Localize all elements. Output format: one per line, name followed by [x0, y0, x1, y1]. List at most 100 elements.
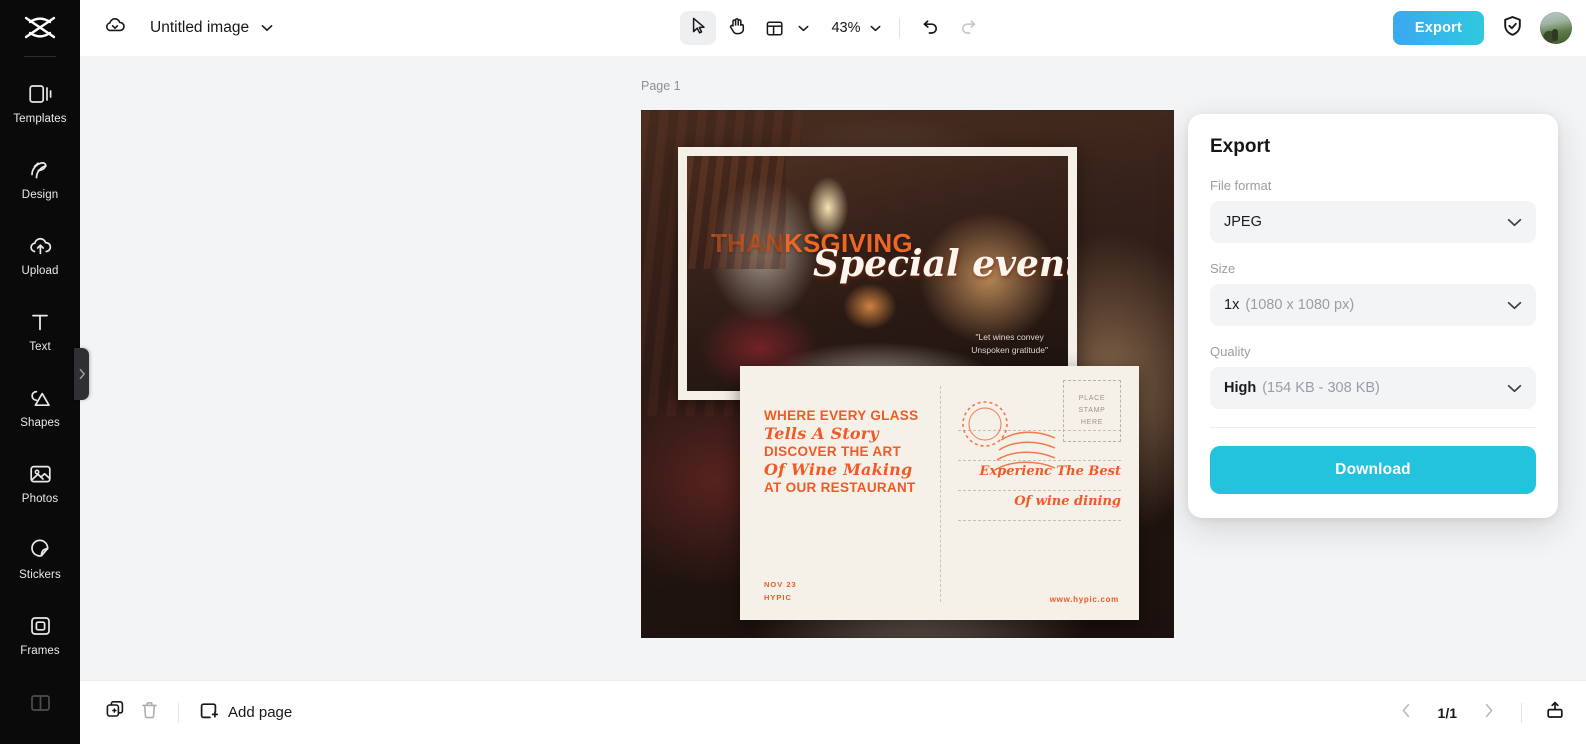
app-root: Templates Design Upload Text Shapes Phot…: [0, 0, 1586, 744]
postcard-line: WHERE EVERY GLASS: [764, 408, 919, 423]
chevron-down-icon: [1507, 301, 1522, 310]
duplicate-page-icon: [105, 700, 125, 725]
sidebar-item-label: Photos: [21, 492, 59, 505]
chevron-down-icon: [793, 11, 813, 45]
sidebar-item-text[interactable]: Text: [0, 293, 80, 369]
sidebar-item-design[interactable]: Design: [0, 141, 80, 217]
postcard-url: www.hypic.com: [1049, 595, 1119, 604]
redo-arrow-icon: [959, 16, 978, 40]
stamp-text-line: STAMP: [1078, 407, 1106, 415]
sidebar-collapse-handle[interactable]: [74, 348, 89, 400]
zoom-level-button[interactable]: 43%: [821, 11, 887, 45]
export-page-button[interactable]: [1538, 696, 1572, 730]
postcard-date: NOV 23: [764, 580, 797, 590]
add-page-label: Add page: [228, 704, 293, 721]
page-label: Page 1: [641, 79, 681, 93]
sidebar-item-more[interactable]: [0, 673, 80, 733]
postcard-hand-line-2: Of wine dining: [1014, 494, 1121, 509]
quality-value-detail: (154 KB - 308 KB): [1262, 380, 1380, 396]
delete-page-button[interactable]: [132, 696, 166, 730]
download-button[interactable]: Download: [1210, 446, 1536, 494]
stickers-icon: [28, 538, 52, 562]
bottom-toolbar: Add page 1/1: [80, 680, 1586, 744]
photo-frame-element[interactable]: THANKSGIVING Special event "Let wines co…: [678, 147, 1077, 400]
sidebar-item-shapes[interactable]: Shapes: [0, 369, 80, 445]
bottom-divider: [178, 702, 179, 723]
page-counter: 1/1: [1437, 704, 1457, 721]
file-format-select[interactable]: JPEG: [1210, 201, 1536, 243]
chevron-left-icon: [1401, 703, 1411, 723]
sidebar-item-label: Templates: [13, 112, 67, 125]
postcard-divider: [940, 386, 941, 602]
export-panel-title: Export: [1210, 136, 1271, 157]
artboard[interactable]: THANKSGIVING Special event "Let wines co…: [641, 110, 1174, 638]
chevron-down-icon: [865, 11, 885, 45]
design-quote: "Let wines convey Unspoken gratitude": [971, 331, 1048, 357]
cloud-sync-button[interactable]: [100, 13, 130, 43]
postcard-line: AT OUR RESTAURANT: [764, 479, 916, 495]
sidebar-item-templates[interactable]: Templates: [0, 65, 80, 141]
stamp-text-line: HERE: [1080, 418, 1104, 426]
size-label: Size: [1210, 261, 1236, 276]
toolbar-right-group: Export: [1392, 11, 1572, 45]
left-sidebar: Templates Design Upload Text Shapes Phot…: [0, 0, 80, 744]
undo-button[interactable]: [912, 11, 948, 45]
postcard-brand: HYPIC: [764, 592, 792, 602]
layout-tool-button[interactable]: [756, 11, 815, 45]
postcard-line: Tells A Story: [764, 424, 879, 444]
sidebar-item-photos[interactable]: Photos: [0, 445, 80, 521]
postcard-rule: [958, 460, 1121, 461]
add-page-button[interactable]: Add page: [191, 695, 303, 731]
next-page-button[interactable]: [1473, 697, 1505, 729]
select-tool-button[interactable]: [680, 11, 716, 45]
sidebar-item-label: Frames: [20, 644, 60, 657]
sidebar-item-label: Upload: [21, 264, 59, 277]
quote-line-2: Unspoken gratitude": [971, 344, 1048, 355]
top-toolbar: Untitled image 43% Export: [80, 0, 1586, 56]
design-icon: [28, 158, 52, 182]
user-avatar[interactable]: [1540, 12, 1572, 44]
frames-icon: [29, 614, 52, 638]
export-panel: Export File format JPEG Size 1x (1080 x …: [1188, 114, 1558, 518]
cloud-sync-icon: [104, 16, 126, 40]
canvas-area[interactable]: Page 1 THANKSGIVING Special event "Let w…: [80, 56, 1586, 680]
chevron-right-icon: [1484, 703, 1494, 723]
chevron-down-icon: [261, 19, 273, 37]
document-title-button[interactable]: Untitled image: [140, 14, 283, 42]
export-button[interactable]: Export: [1392, 11, 1484, 45]
quality-label: Quality: [1210, 344, 1251, 359]
redo-button[interactable]: [950, 11, 986, 45]
chevron-down-icon: [1507, 384, 1522, 393]
cursor-arrow-icon: [689, 16, 708, 40]
file-format-value: JPEG: [1224, 214, 1262, 230]
plus-square-icon: [199, 701, 219, 725]
file-format-label: File format: [1210, 178, 1272, 193]
duplicate-page-button[interactable]: [98, 696, 132, 730]
quality-select[interactable]: High (154 KB - 308 KB): [1210, 367, 1536, 409]
chevron-down-icon: [1507, 218, 1522, 227]
undo-arrow-icon: [921, 16, 940, 40]
templates-icon: [28, 82, 52, 106]
toolbar-divider: [899, 18, 900, 38]
sidebar-item-label: Shapes: [20, 416, 60, 429]
sidebar-item-frames[interactable]: Frames: [0, 597, 80, 673]
text-icon: [29, 310, 51, 334]
sidebar-item-upload[interactable]: Upload: [0, 217, 80, 293]
hand-tool-button[interactable]: [718, 11, 754, 45]
layout-icon: [756, 11, 792, 45]
size-select[interactable]: 1x (1080 x 1080 px): [1210, 284, 1536, 326]
sidebar-item-stickers[interactable]: Stickers: [0, 521, 80, 597]
security-shield-button[interactable]: [1497, 13, 1527, 43]
export-panel-divider: [1210, 427, 1536, 428]
postcard-element[interactable]: WHERE EVERY GLASS Tells A Story DISCOVER…: [740, 366, 1139, 620]
photo-image: THANKSGIVING Special event "Let wines co…: [687, 156, 1068, 391]
postcard-hand-line-1: Experienc The Best: [979, 464, 1121, 479]
sidebar-item-label: Design: [21, 188, 59, 201]
prev-page-button[interactable]: [1390, 697, 1422, 729]
bottom-divider: [1521, 702, 1522, 723]
design-subhead: Special event: [813, 243, 1068, 285]
postcard-rule: [958, 490, 1121, 491]
stamp-text-line: PLACE: [1078, 395, 1106, 403]
app-logo[interactable]: [0, 0, 80, 56]
quality-value: High: [1224, 380, 1257, 396]
